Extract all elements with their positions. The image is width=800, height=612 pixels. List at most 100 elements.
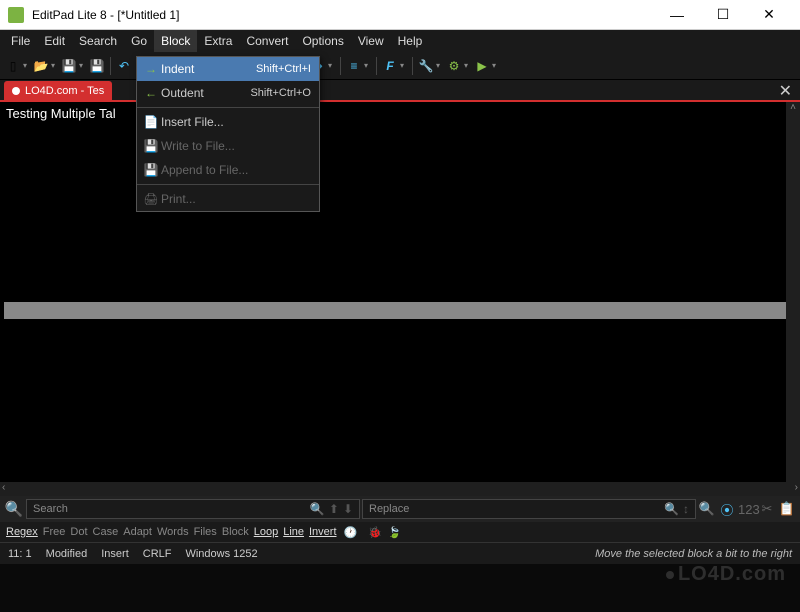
editor-text: Testing Multiple Tal bbox=[6, 106, 116, 121]
dropdown-icon[interactable]: ▾ bbox=[51, 61, 59, 70]
menu-item-shortcut: Shift+Ctrl+I bbox=[256, 63, 311, 75]
scroll-up-icon[interactable]: ˄ bbox=[786, 102, 800, 116]
selection-highlight bbox=[4, 302, 792, 319]
open-file-icon[interactable]: 📂 bbox=[32, 56, 50, 76]
menu-convert[interactable]: Convert bbox=[239, 30, 295, 52]
title-bar: EditPad Lite 8 - [*Untitled 1] — ☐ ✕ bbox=[0, 0, 800, 30]
replace-input[interactable]: Replace 🔍 ↕ bbox=[362, 499, 696, 519]
count-icon[interactable]: 123 bbox=[738, 502, 756, 517]
search-icon[interactable]: 🔍 bbox=[4, 500, 24, 518]
menu-help[interactable]: Help bbox=[391, 30, 430, 52]
replace-placeholder: Replace bbox=[369, 503, 409, 515]
copy-result-icon[interactable]: 📋 bbox=[778, 501, 796, 517]
menu-file[interactable]: File bbox=[4, 30, 37, 52]
scroll-left-icon[interactable]: ‹ bbox=[2, 482, 5, 496]
tab-close-button[interactable]: ✕ bbox=[779, 81, 792, 101]
disk-icon: 💾 bbox=[141, 139, 161, 153]
separator bbox=[340, 57, 341, 75]
editor-area[interactable]: Testing Multiple Tal ˄ bbox=[0, 102, 800, 482]
dropdown-icon[interactable]: ▾ bbox=[464, 61, 472, 70]
highlight-icon[interactable]: ⦿ bbox=[718, 500, 736, 519]
search-prev-icon[interactable]: ⬆ bbox=[329, 502, 339, 516]
vertical-scrollbar[interactable]: ˄ bbox=[786, 102, 800, 482]
opt-line[interactable]: Line bbox=[281, 526, 306, 538]
opt-adapt[interactable]: Adapt bbox=[121, 526, 154, 538]
dropdown-icon[interactable]: ▾ bbox=[364, 61, 372, 70]
window-title: EditPad Lite 8 - [*Untitled 1] bbox=[32, 8, 654, 22]
horizontal-scrollbar[interactable]: ‹› bbox=[0, 482, 800, 496]
search-bar: 🔍 Search 🔍 ⬆ ⬇ Replace 🔍 ↕ 🔍 ⦿ 123 ✂ 📋 bbox=[0, 496, 800, 522]
opt-block[interactable]: Block bbox=[220, 526, 251, 538]
opt-invert[interactable]: Invert bbox=[307, 526, 339, 538]
menu-extra[interactable]: Extra bbox=[197, 30, 239, 52]
opt-words[interactable]: Words bbox=[155, 526, 191, 538]
menu-edit[interactable]: Edit bbox=[37, 30, 72, 52]
menu-item-label: Append to File... bbox=[161, 163, 311, 177]
menu-view[interactable]: View bbox=[351, 30, 391, 52]
dropdown-icon[interactable]: ▾ bbox=[328, 61, 336, 70]
tools-icon[interactable]: 🔧 bbox=[417, 56, 435, 76]
dropdown-icon[interactable]: ▾ bbox=[436, 61, 444, 70]
file-icon: 📄 bbox=[141, 115, 161, 129]
search-down-icon[interactable]: 🔍 bbox=[310, 502, 325, 516]
clock-icon[interactable]: 🕐 bbox=[344, 526, 358, 539]
opt-free[interactable]: Free bbox=[41, 526, 68, 538]
opt-case[interactable]: Case bbox=[91, 526, 121, 538]
menu-go[interactable]: Go bbox=[124, 30, 154, 52]
menu-options[interactable]: Options bbox=[295, 30, 350, 52]
replace-all-icon[interactable]: ↕ bbox=[683, 502, 689, 516]
minimize-button[interactable]: — bbox=[654, 0, 700, 30]
maximize-button[interactable]: ☐ bbox=[700, 0, 746, 30]
watermark: LO4D.com bbox=[666, 563, 786, 586]
opt-dot[interactable]: Dot bbox=[68, 526, 89, 538]
menu-block[interactable]: Block bbox=[154, 30, 197, 52]
search-next-icon[interactable]: ⬇ bbox=[343, 502, 353, 516]
config-icon[interactable]: ⚙ bbox=[445, 56, 463, 76]
indent-icon[interactable]: ≡ bbox=[345, 56, 363, 76]
save-file-icon[interactable]: 💾 bbox=[60, 56, 78, 76]
run-icon[interactable]: ▶ bbox=[473, 56, 491, 76]
save-all-icon[interactable]: 💾 bbox=[88, 56, 106, 76]
menu-outdent[interactable]: ← Outdent Shift+Ctrl+O bbox=[137, 81, 319, 105]
new-file-icon[interactable]: ▯ bbox=[4, 56, 22, 76]
toolbar: ▯▾ 📂▾ 💾▾ 💾 ↶ ↷ ✂ 📋 📋▾ 🔍 ⚙ ★▾ ➜▾ ≡▾ F▾ 🔧▾… bbox=[0, 52, 800, 80]
status-hint: Move the selected block a bit to the rig… bbox=[595, 548, 792, 560]
undo-icon[interactable]: ↶ bbox=[115, 56, 133, 76]
menu-print: 🖨 Print... bbox=[137, 187, 319, 211]
dropdown-icon[interactable]: ▾ bbox=[400, 61, 408, 70]
dropdown-icon[interactable]: ▾ bbox=[23, 61, 31, 70]
app-icon bbox=[8, 7, 24, 23]
menu-separator bbox=[137, 107, 319, 108]
history-icon[interactable]: 🔍 bbox=[698, 501, 716, 517]
separator bbox=[376, 57, 377, 75]
opt-regex[interactable]: Regex bbox=[4, 526, 40, 538]
menu-write-to-file: 💾 Write to File... bbox=[137, 134, 319, 158]
tab-label: LO4D.com - Tes bbox=[25, 85, 104, 97]
search-input[interactable]: Search 🔍 ⬆ ⬇ bbox=[26, 499, 360, 519]
status-insert[interactable]: Insert bbox=[101, 548, 129, 560]
status-encoding[interactable]: Windows 1252 bbox=[185, 548, 257, 560]
scroll-right-icon[interactable]: › bbox=[795, 482, 798, 496]
cut-result-icon[interactable]: ✂ bbox=[758, 501, 776, 517]
status-eol[interactable]: CRLF bbox=[143, 548, 172, 560]
dropdown-icon[interactable]: ▾ bbox=[492, 61, 500, 70]
status-position: 11: 1 bbox=[8, 548, 32, 560]
dropdown-icon[interactable]: ▾ bbox=[79, 61, 87, 70]
leaf-icon[interactable]: 🍃 bbox=[388, 526, 402, 539]
menu-item-label: Outdent bbox=[161, 86, 250, 100]
modified-dot-icon bbox=[12, 87, 20, 95]
bug-icon[interactable]: 🐞 bbox=[368, 526, 382, 539]
menu-insert-file[interactable]: 📄 Insert File... bbox=[137, 110, 319, 134]
block-menu-dropdown: → Indent Shift+Ctrl+I ← Outdent Shift+Ct… bbox=[136, 56, 320, 212]
font-icon[interactable]: F bbox=[381, 56, 399, 76]
menu-indent[interactable]: → Indent Shift+Ctrl+I bbox=[137, 57, 319, 81]
search-options-bar: Regex Free Dot Case Adapt Words Files Bl… bbox=[0, 522, 800, 542]
menu-item-label: Indent bbox=[161, 62, 256, 76]
search-placeholder: Search bbox=[33, 503, 68, 515]
replace-one-icon[interactable]: 🔍 bbox=[664, 502, 679, 516]
document-tab[interactable]: LO4D.com - Tes bbox=[4, 81, 112, 101]
menu-search[interactable]: Search bbox=[72, 30, 124, 52]
opt-files[interactable]: Files bbox=[192, 526, 219, 538]
close-button[interactable]: ✕ bbox=[746, 0, 792, 30]
opt-loop[interactable]: Loop bbox=[252, 526, 280, 538]
